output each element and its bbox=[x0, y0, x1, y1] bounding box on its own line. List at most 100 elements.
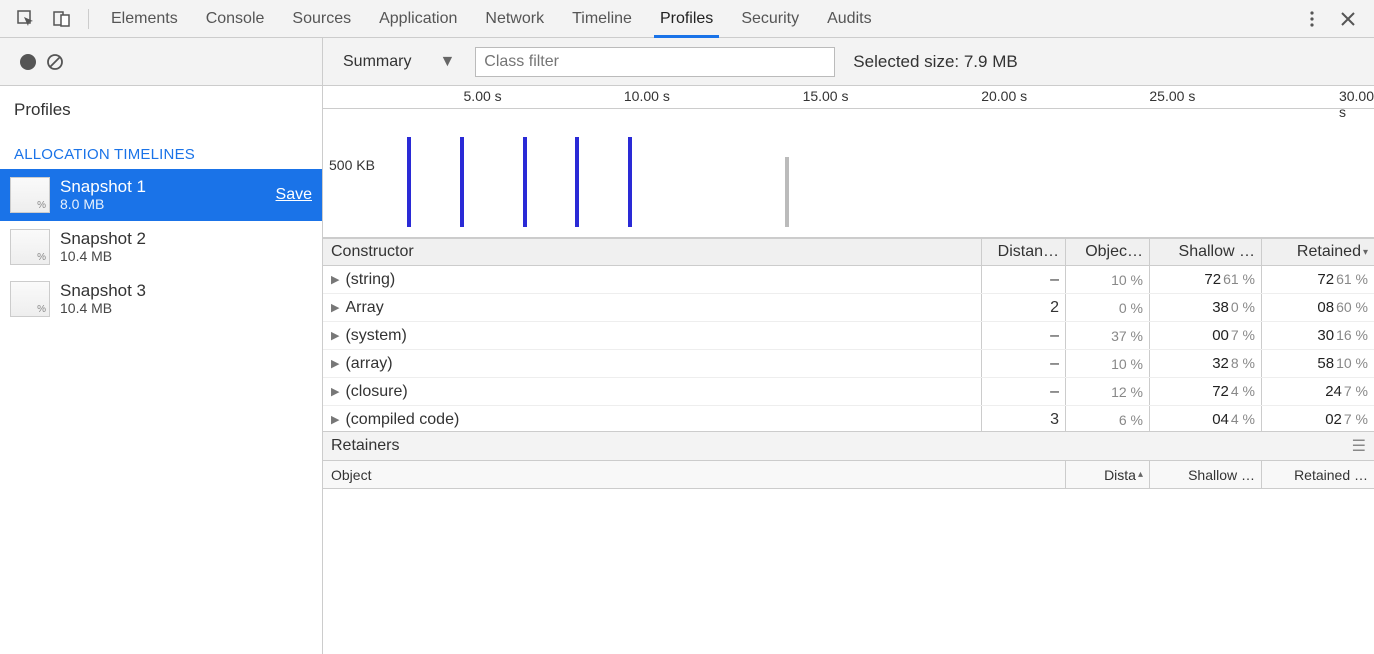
tab-security[interactable]: Security bbox=[727, 0, 813, 38]
tab-sources[interactable]: Sources bbox=[278, 0, 365, 38]
expand-icon[interactable]: ▶ bbox=[331, 301, 339, 314]
tab-network[interactable]: Network bbox=[471, 0, 558, 38]
timeline-tick: 25.00 s bbox=[1149, 88, 1195, 104]
snapshot-name: Snapshot 1 bbox=[60, 178, 146, 197]
expand-icon[interactable]: ▶ bbox=[331, 413, 339, 426]
save-link[interactable]: Save bbox=[276, 186, 312, 204]
clear-icon[interactable] bbox=[46, 53, 64, 71]
snapshot-name: Snapshot 2 bbox=[60, 230, 146, 249]
cell-objects: 12 % bbox=[1066, 378, 1150, 405]
col-object[interactable]: Object bbox=[323, 461, 1066, 488]
cell-objects: 6 % bbox=[1066, 406, 1150, 431]
class-filter-input[interactable] bbox=[475, 47, 835, 77]
timeline-tick: 30.00 s bbox=[1339, 88, 1374, 120]
inspect-icon[interactable] bbox=[14, 7, 38, 31]
expand-icon[interactable]: ▶ bbox=[331, 329, 339, 342]
selected-size-label: Selected size: 7.9 MB bbox=[853, 52, 1017, 72]
snapshot-size: 10.4 MB bbox=[60, 300, 146, 316]
snapshot-item[interactable]: Snapshot 18.0 MB Save bbox=[0, 169, 322, 221]
expand-icon[interactable]: ▶ bbox=[331, 357, 339, 370]
cell-retained: 7261 % bbox=[1262, 266, 1374, 293]
table-row[interactable]: ▶(string)–10 %7261 %7261 % bbox=[323, 266, 1374, 294]
col-retained[interactable]: Retained … bbox=[1262, 461, 1374, 488]
table-row[interactable]: ▶(system)–37 %007 %3016 % bbox=[323, 322, 1374, 350]
profiles-sidebar: Profiles ALLOCATION TIMELINES Snapshot 1… bbox=[0, 86, 323, 654]
allocation-bar bbox=[628, 137, 632, 227]
constructor-name: (string) bbox=[345, 271, 395, 289]
snapshot-name: Snapshot 3 bbox=[60, 282, 146, 301]
timeline-ylabel: 500 KB bbox=[329, 157, 375, 173]
col-retained[interactable]: Retained ▾ bbox=[1262, 239, 1374, 265]
kebab-menu-icon[interactable] bbox=[1300, 7, 1324, 31]
col-shallow[interactable]: Shallow … bbox=[1150, 461, 1262, 488]
ruler bbox=[323, 108, 1374, 109]
record-button[interactable] bbox=[20, 54, 36, 70]
col-constructor[interactable]: Constructor bbox=[323, 239, 982, 265]
cell-shallow: 724 % bbox=[1150, 378, 1262, 405]
constructor-name: (system) bbox=[345, 327, 406, 345]
col-objects[interactable]: Objec… bbox=[1066, 239, 1150, 265]
snapshot-size: 10.4 MB bbox=[60, 248, 146, 264]
profile-content: 5.00 s10.00 s15.00 s20.00 s25.00 s30.00 … bbox=[323, 86, 1374, 654]
sort-asc-icon: ▴ bbox=[1138, 469, 1143, 480]
tab-timeline[interactable]: Timeline bbox=[558, 0, 646, 38]
tab-application[interactable]: Application bbox=[365, 0, 471, 38]
hamburger-icon[interactable]: ☰ bbox=[1352, 436, 1366, 456]
cell-distance: – bbox=[982, 266, 1066, 293]
cell-distance: – bbox=[982, 350, 1066, 377]
chevron-down-icon: ▼ bbox=[439, 53, 455, 71]
cell-retained: 0860 % bbox=[1262, 294, 1374, 321]
cell-retained: 027 % bbox=[1262, 406, 1374, 431]
tab-elements[interactable]: Elements bbox=[97, 0, 192, 38]
cell-shallow: 328 % bbox=[1150, 350, 1262, 377]
allocation-bar bbox=[785, 157, 789, 227]
view-mode-label: Summary bbox=[343, 53, 411, 71]
constructor-name: (array) bbox=[345, 355, 392, 373]
snapshot-item[interactable]: Snapshot 210.4 MB bbox=[0, 221, 322, 273]
snapshot-icon bbox=[10, 177, 50, 213]
col-distance[interactable]: Distan… bbox=[982, 239, 1066, 265]
table-row[interactable]: ▶ (array) –10 %328 %5810 % bbox=[323, 350, 1374, 378]
timeline-tick: 20.00 s bbox=[981, 88, 1027, 104]
cell-shallow: 044 % bbox=[1150, 406, 1262, 431]
snapshot-icon bbox=[10, 281, 50, 317]
tab-audits[interactable]: Audits bbox=[813, 0, 885, 38]
separator bbox=[88, 9, 89, 29]
cell-distance: – bbox=[982, 378, 1066, 405]
tab-console[interactable]: Console bbox=[192, 0, 279, 38]
cell-retained: 3016 % bbox=[1262, 322, 1374, 349]
table-row[interactable]: ▶ (compiled code) 36 %044 %027 % bbox=[323, 406, 1374, 431]
cell-distance: 2 bbox=[982, 294, 1066, 321]
allocation-bar bbox=[460, 137, 464, 227]
panel-tabs: ElementsConsoleSourcesApplicationNetwork… bbox=[97, 0, 886, 38]
allocation-timeline[interactable]: 5.00 s10.00 s15.00 s20.00 s25.00 s30.00 … bbox=[323, 86, 1374, 238]
sidebar-heading: ALLOCATION TIMELINES bbox=[0, 128, 322, 169]
expand-icon[interactable]: ▶ bbox=[331, 385, 339, 398]
cell-shallow: 380 % bbox=[1150, 294, 1262, 321]
snapshot-item[interactable]: Snapshot 310.4 MB bbox=[0, 273, 322, 325]
allocation-bar bbox=[575, 137, 579, 227]
constructor-table-body[interactable]: ▶(string)–10 %7261 %7261 %▶Array20 %380 … bbox=[323, 266, 1374, 431]
expand-icon[interactable]: ▶ bbox=[331, 273, 339, 286]
col-distance[interactable]: Dista▴ bbox=[1066, 461, 1150, 488]
view-mode-dropdown[interactable]: Summary ▼ bbox=[335, 47, 463, 77]
cell-retained: 5810 % bbox=[1262, 350, 1374, 377]
constructor-name: (closure) bbox=[345, 383, 407, 401]
table-row[interactable]: ▶Array20 %380 %0860 % bbox=[323, 294, 1374, 322]
retainers-table-body[interactable] bbox=[323, 489, 1374, 654]
tab-profiles[interactable]: Profiles bbox=[646, 0, 727, 38]
snapshot-icon bbox=[10, 229, 50, 265]
constructor-name: (compiled code) bbox=[345, 411, 459, 429]
timeline-tick: 10.00 s bbox=[624, 88, 670, 104]
table-row[interactable]: ▶(closure)–12 %724 %247 % bbox=[323, 378, 1374, 406]
device-mode-icon[interactable] bbox=[50, 7, 74, 31]
col-shallow[interactable]: Shallow … bbox=[1150, 239, 1262, 265]
cell-objects: 10 % bbox=[1066, 350, 1150, 377]
constructor-table-header: Constructor Distan… Objec… Shallow … Ret… bbox=[323, 238, 1374, 266]
timeline-tick: 15.00 s bbox=[803, 88, 849, 104]
constructor-name: Array bbox=[345, 299, 383, 317]
cell-distance: 3 bbox=[982, 406, 1066, 431]
close-icon[interactable] bbox=[1336, 7, 1360, 31]
cell-shallow: 007 % bbox=[1150, 322, 1262, 349]
snapshot-size: 8.0 MB bbox=[60, 196, 146, 212]
